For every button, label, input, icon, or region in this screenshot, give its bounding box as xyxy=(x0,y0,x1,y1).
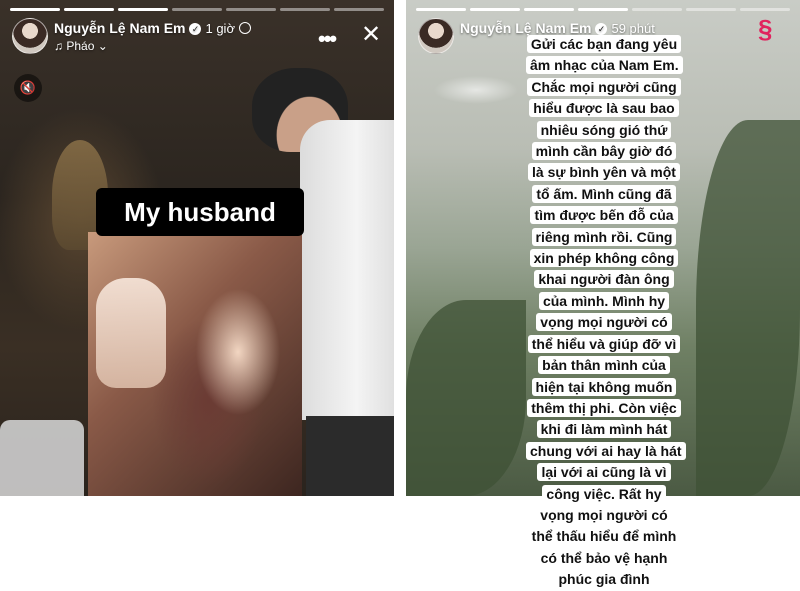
avatar[interactable] xyxy=(12,18,48,54)
more-icon[interactable]: ••• xyxy=(318,26,337,52)
close-icon[interactable]: ✕ xyxy=(361,20,381,49)
message-text: Gửi các bạn đang yêu âm nhạc của Nam Em.… xyxy=(526,35,686,589)
verified-icon: ✓ xyxy=(189,23,202,35)
plant-decor xyxy=(406,300,526,496)
story-header: Nguyễn Lệ Nam Em ✓ 1 giờ ♫ Pháo ⌄ ••• ✕ xyxy=(12,16,382,60)
caption-text: My husband xyxy=(96,188,304,236)
man-pants xyxy=(306,416,394,496)
username-row[interactable]: Nguyễn Lệ Nam Em ✓ 1 giờ xyxy=(54,20,251,36)
music-note-icon: ♫ xyxy=(54,39,63,53)
story-progress-bar xyxy=(10,8,384,11)
brand-logo-icon: § xyxy=(758,14,773,44)
palm-decor xyxy=(696,120,800,496)
story-left[interactable]: Nguyễn Lệ Nam Em ✓ 1 giờ ♫ Pháo ⌄ ••• ✕ 🔇 … xyxy=(0,0,394,496)
chair-decor xyxy=(0,420,84,496)
music-label[interactable]: ♫ Pháo ⌄ xyxy=(54,39,108,53)
globe-icon xyxy=(238,22,251,34)
post-time: 1 giờ xyxy=(205,21,235,36)
man-shirt xyxy=(300,120,394,420)
chevron-down-icon: ⌄ xyxy=(97,39,108,53)
music-title: Pháo xyxy=(66,39,95,53)
avatar[interactable] xyxy=(418,18,454,54)
username[interactable]: Nguyễn Lệ Nam Em xyxy=(54,20,185,36)
hand-image xyxy=(96,278,166,388)
mute-icon[interactable]: 🔇 xyxy=(14,74,42,102)
message-text-box: Gửi các bạn đang yêu âm nhạc của Nam Em.… xyxy=(526,34,686,591)
story-progress-bar xyxy=(416,8,790,11)
